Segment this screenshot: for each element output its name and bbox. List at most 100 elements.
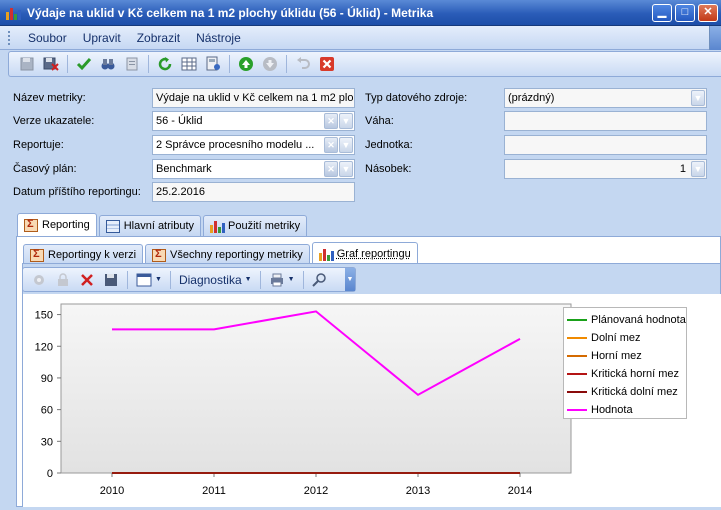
- main-toolbar: [8, 51, 721, 77]
- menu-bar: Soubor Upravit Zobrazit Nástroje: [0, 26, 721, 50]
- calculator-icon[interactable]: [205, 56, 221, 72]
- tab-reportingy-k-verzi[interactable]: Reportingy k verzi: [23, 244, 144, 265]
- legend-swatch: [567, 319, 587, 321]
- chevron-down-icon[interactable]: ▼: [691, 90, 705, 106]
- menu-nastroje[interactable]: Nástroje: [188, 31, 249, 45]
- menu-zobrazit[interactable]: Zobrazit: [129, 31, 188, 45]
- refresh-icon[interactable]: [157, 56, 173, 72]
- chevron-down-icon[interactable]: ▼: [339, 113, 353, 129]
- up-arrow-icon[interactable]: [238, 56, 254, 72]
- diagnostika-dropdown-button[interactable]: Diagnostika ▼: [179, 273, 252, 287]
- save-disabled-icon[interactable]: [19, 56, 35, 72]
- tab-reporting[interactable]: Reporting: [17, 213, 97, 236]
- tab-reportingy-k-verzi-label: Reportingy k verzi: [48, 249, 137, 261]
- stepper-arrow-icon[interactable]: ▼: [691, 161, 705, 177]
- magnifier-icon: [311, 272, 326, 287]
- x-tick-label: 2011: [202, 485, 226, 497]
- checkmark-icon[interactable]: [76, 56, 92, 72]
- toolbar-separator: [259, 270, 261, 289]
- toolbar-separator: [169, 270, 171, 289]
- verze-combo[interactable]: 56 - Úklid ✕ ▼: [152, 111, 355, 131]
- nasobek-value: 1: [679, 163, 686, 175]
- legend-swatch: [567, 355, 587, 357]
- maximize-button[interactable]: □: [675, 3, 695, 22]
- datum-label: Datum příštího reportingu:: [13, 186, 141, 198]
- title-bar: Výdaje na uklid v Kč celkem na 1 m2 ploc…: [0, 0, 721, 26]
- chart-toolbar-overflow-button[interactable]: ▼: [345, 268, 355, 291]
- table-icon[interactable]: [181, 56, 197, 72]
- menu-overflow-button[interactable]: [709, 26, 721, 50]
- save-icon[interactable]: [103, 272, 119, 288]
- typ-label: Typ datového zdroje:: [365, 92, 468, 104]
- minimize-button[interactable]: ▁: [652, 3, 672, 22]
- clear-icon[interactable]: ✕: [324, 113, 338, 129]
- gear-icon[interactable]: [31, 272, 47, 288]
- casovy-value: Benchmark: [156, 163, 212, 175]
- legend-label: Kritická dolní mez: [591, 386, 678, 398]
- datum-value: 25.2.2016: [156, 186, 205, 198]
- down-arrow-icon[interactable]: [262, 56, 278, 72]
- metric-form: Název metriky: Výdaje na uklid v Kč celk…: [0, 78, 721, 208]
- y-tick-label: 120: [35, 341, 53, 353]
- clear-icon[interactable]: ✕: [324, 161, 338, 177]
- chevron-down-icon: ▼: [244, 276, 252, 283]
- zoom-button[interactable]: [311, 272, 328, 287]
- vaha-field[interactable]: [504, 111, 707, 131]
- casovy-combo[interactable]: Benchmark ✕ ▼: [152, 159, 355, 179]
- main-tab-row: Reporting Hlavní atributy Použití metrik…: [17, 213, 309, 236]
- nasobek-stepper[interactable]: 1 ▼: [504, 159, 707, 179]
- nasobek-label: Násobek:: [365, 163, 412, 175]
- legend-item-kriticka-horni: Kritická horní mez: [567, 365, 686, 383]
- verze-label: Verze ukazatele:: [13, 115, 95, 127]
- lock-icon[interactable]: [55, 272, 71, 288]
- delete-icon[interactable]: [79, 272, 95, 288]
- datum-field[interactable]: 25.2.2016: [152, 182, 355, 202]
- undo-icon[interactable]: [295, 56, 311, 72]
- binoculars-icon[interactable]: [100, 56, 116, 72]
- legend-label: Plánovaná hodnota: [591, 314, 686, 326]
- legend-label: Horní mez: [591, 350, 642, 362]
- legend-label: Kritická horní mez: [591, 368, 680, 380]
- jednotka-field[interactable]: [504, 135, 707, 155]
- toolbar-separator: [229, 55, 230, 73]
- cancel-icon[interactable]: [319, 56, 335, 72]
- chevron-down-icon[interactable]: ▼: [339, 161, 353, 177]
- diagnostika-label: Diagnostika: [178, 272, 242, 287]
- printer-icon: [270, 273, 283, 286]
- window-title: Výdaje na uklid v Kč celkem na 1 m2 ploc…: [27, 5, 434, 20]
- legend-swatch: [567, 409, 587, 411]
- tab-reporting-label: Reporting: [42, 219, 90, 231]
- document-icon[interactable]: [124, 56, 140, 72]
- reportuje-value: 2 Správce procesního modelu ...: [156, 139, 315, 151]
- tab-graf-reportingu[interactable]: Graf reportingu: [311, 242, 418, 265]
- save-close-icon[interactable]: [43, 56, 59, 72]
- view-dropdown-button[interactable]: ▼: [136, 273, 162, 287]
- vaha-label: Váha:: [365, 115, 394, 127]
- menu-soubor[interactable]: Soubor: [20, 31, 75, 45]
- tab-graf-reportingu-label: Graf reportingu: [336, 248, 411, 260]
- legend-item-dolni-mez: Dolní mez: [567, 329, 686, 347]
- typ-combo[interactable]: (prázdný) ▼: [504, 88, 707, 108]
- clear-icon[interactable]: ✕: [324, 137, 338, 153]
- usage-chart-icon: [210, 220, 226, 233]
- tab-pouziti-metriky[interactable]: Použití metriky: [203, 215, 308, 236]
- legend-label: Dolní mez: [591, 332, 641, 344]
- reporting-icon: [24, 218, 38, 232]
- reportuje-combo[interactable]: 2 Správce procesního modelu ... ✕ ▼: [152, 135, 355, 155]
- toolbar-separator: [67, 55, 68, 73]
- close-button[interactable]: ✕: [698, 3, 718, 22]
- reporting-icon: [30, 248, 44, 262]
- tab-hlavni-atributy[interactable]: Hlavní atributy: [98, 215, 202, 236]
- nazev-field[interactable]: Výdaje na uklid v Kč celkem na 1 m2 ploc: [152, 88, 355, 108]
- attributes-icon: [105, 219, 120, 233]
- menu-upravit[interactable]: Upravit: [75, 31, 129, 45]
- menu-grip: [8, 30, 12, 45]
- tab-vsechny-reportingy[interactable]: Všechny reportingy metriky: [145, 244, 310, 265]
- chevron-down-icon[interactable]: ▼: [339, 137, 353, 153]
- chart-toolbar: ▼ Diagnostika ▼ ▼ ▼: [22, 267, 356, 292]
- print-dropdown-button[interactable]: ▼: [269, 273, 295, 287]
- sub-tab-row: Reportingy k verzi Všechny reportingy me…: [23, 242, 420, 265]
- typ-value: (prázdný): [508, 92, 555, 104]
- toolbar-separator: [302, 270, 304, 289]
- jednotka-label: Jednotka:: [365, 139, 413, 151]
